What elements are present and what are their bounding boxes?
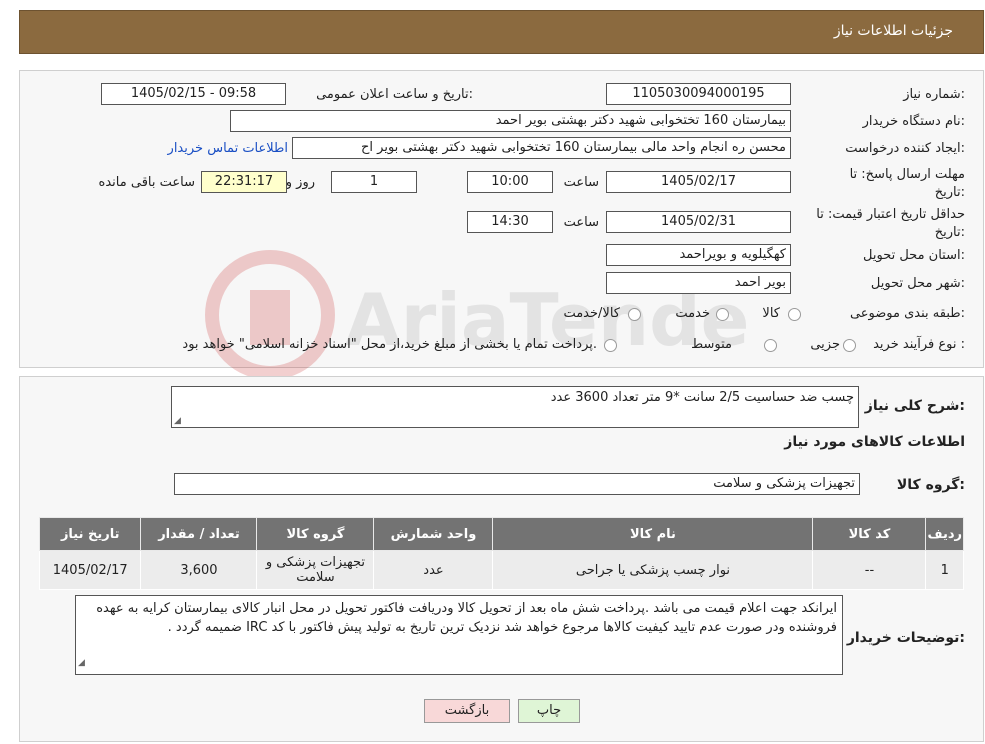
validity-label-2: تاریخ:	[934, 225, 965, 240]
deadline-time-field[interactable]: 10:00	[467, 171, 553, 193]
process-radio-medium[interactable]	[764, 339, 777, 352]
table-row: 1 -- نوار چسب پزشکی یا جراحی عدد تجهیزات…	[38, 550, 964, 590]
city-field[interactable]: بویر احمد	[606, 272, 791, 294]
validity-time-field[interactable]: 14:30	[467, 211, 553, 233]
need-number-field[interactable]: 1105030094000195	[606, 83, 791, 105]
province-label: استان محل تحویل:	[863, 248, 965, 263]
cell-name: نوار چسب پزشکی یا جراحی	[492, 550, 814, 590]
deadline-time-label: ساعت	[563, 175, 599, 190]
cell-group: تجهیزات پزشکی و سلامت	[256, 550, 375, 590]
col-header-qty: تعداد / مقدار	[140, 517, 258, 551]
col-header-code: کد کالا	[812, 517, 927, 551]
deadline-label-2: تاریخ:	[934, 185, 965, 200]
goods-group-label: گروه کالا:	[896, 477, 965, 493]
summary-label: شرح کلی نیاز:	[864, 398, 965, 414]
print-button[interactable]: چاپ	[518, 699, 580, 723]
process-label: نوع فرآیند خرید :	[873, 337, 965, 352]
resize-grip-icon[interactable]: ◢	[174, 416, 181, 426]
validity-time-label: ساعت	[563, 215, 599, 230]
remaining-time-field[interactable]: 22:31:17	[201, 171, 287, 193]
category-radio-goods-service[interactable]	[628, 308, 641, 321]
category-option-goods: کالا	[762, 306, 780, 321]
cell-unit: عدد	[373, 550, 494, 590]
resize-grip-icon[interactable]: ◢	[78, 654, 85, 673]
summary-text: چسب ضد حساسیت 2/5 سانت *9 متر تعداد 3600…	[550, 390, 854, 405]
cell-qty: 3,600	[140, 550, 258, 590]
col-header-unit: واحد شمارش	[373, 517, 494, 551]
col-header-group: گروه کالا	[256, 517, 375, 551]
buyer-contact-link[interactable]: اطلاعات تماس خریدار	[168, 141, 288, 156]
process-checkbox-treasury[interactable]	[604, 339, 617, 352]
col-header-date: تاریخ نیاز	[38, 517, 142, 551]
process-radio-minor[interactable]	[843, 339, 856, 352]
goods-info-title: اطلاعات کالاهای مورد نیاز	[784, 434, 965, 450]
process-option-medium: متوسط	[691, 337, 732, 352]
buyer-org-label: نام دستگاه خریدار:	[862, 114, 965, 129]
cell-date: 1405/02/17	[38, 550, 142, 590]
deadline-date-field[interactable]: 1405/02/17	[606, 171, 791, 193]
category-radio-goods[interactable]	[788, 308, 801, 321]
col-header-name: نام کالا	[492, 517, 814, 551]
days-label: روز و	[285, 175, 315, 190]
announce-label: تاریخ و ساعت اعلان عمومی:	[316, 87, 473, 102]
cell-row-number: 1	[925, 550, 964, 590]
need-number-label: شماره نیاز:	[903, 87, 965, 102]
deadline-label: مهلت ارسال پاسخ: تا	[849, 167, 965, 182]
buyer-org-field[interactable]: بیمارستان 160 تختخوابی شهید دکتر بهشتی ب…	[230, 110, 791, 132]
items-table: ردیف کد کالا نام کالا واحد شمارش گروه کا…	[38, 517, 964, 590]
cell-code: --	[812, 550, 927, 590]
summary-textarea[interactable]: چسب ضد حساسیت 2/5 سانت *9 متر تعداد 3600…	[171, 386, 859, 428]
category-option-service: خدمت	[675, 306, 710, 321]
col-header-row: ردیف	[925, 517, 964, 551]
validity-date-field[interactable]: 1405/02/31	[606, 211, 791, 233]
buyer-notes-text: ایرانکد جهت اعلام قیمت می باشد .پرداخت ش…	[96, 601, 837, 635]
back-button[interactable]: بازگشت	[424, 699, 510, 723]
process-note: پرداخت تمام یا بخشی از مبلغ خرید،از محل …	[182, 337, 597, 352]
category-option-goods-service: کالا/خدمت	[563, 306, 620, 321]
page-title: جزئیات اطلاعات نیاز	[833, 23, 953, 39]
goods-group-field[interactable]: تجهیزات پزشکی و سلامت	[174, 473, 860, 495]
requester-field[interactable]: محسن ره انجام واحد مالی بیمارستان 160 تخ…	[292, 137, 791, 159]
province-field[interactable]: کهگیلویه و بویراحمد	[606, 244, 791, 266]
process-option-minor: جزیی	[810, 337, 840, 352]
remaining-label: ساعت باقی مانده	[98, 175, 195, 190]
days-remaining-field[interactable]: 1	[331, 171, 417, 193]
validity-label: حداقل تاریخ اعتبار قیمت: تا	[816, 207, 965, 222]
page-header: جزئیات اطلاعات نیاز	[19, 10, 984, 54]
buyer-notes-label: توضیحات خریدار:	[846, 630, 965, 646]
announce-datetime-field[interactable]: 1405/02/15 - 09:58	[101, 83, 286, 105]
category-label: طبقه بندی موضوعی:	[849, 306, 965, 321]
requester-label: ایجاد کننده درخواست:	[845, 141, 965, 156]
city-label: شهر محل تحویل:	[870, 276, 965, 291]
category-radio-service[interactable]	[716, 308, 729, 321]
buyer-notes-textarea[interactable]: ایرانکد جهت اعلام قیمت می باشد .پرداخت ش…	[75, 595, 843, 675]
